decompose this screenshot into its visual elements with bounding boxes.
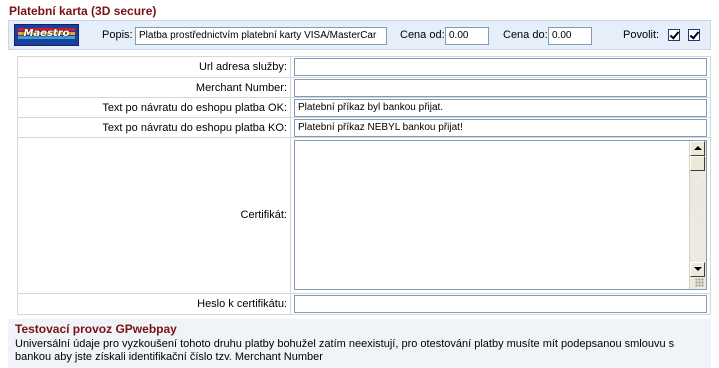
cena-od-label: Cena od: [400,29,445,41]
cena-od-input[interactable]: 0.00 [445,27,489,45]
povolit-checkbox-1[interactable] [668,29,680,41]
cert-password-label: Heslo k certifikátu: [17,294,291,314]
payment-settings-form: Url adresa služby: Merchant Number: Text… [17,56,711,315]
certificate-textarea[interactable] [294,140,707,290]
form-row-ok-text: Text po návratu do eshopu platba OK: Pla… [17,98,711,118]
note-title: Testovací provoz GPwebpay [15,322,177,336]
cena-do-label: Cena do: [503,29,548,41]
url-label: Url adresa služby: [17,57,291,77]
cena-do-input[interactable]: 0.00 [548,27,592,45]
merchant-number-input[interactable] [294,79,707,97]
form-row-ko-text: Text po návratu do eshopu platba KO: Pla… [17,118,711,138]
ok-text-label: Text po návratu do eshopu platba OK: [17,98,291,117]
popis-input[interactable]: Platba prostřednictvím platební karty VI… [135,27,387,45]
cert-password-input[interactable] [294,295,707,313]
maestro-logo: Maestro [14,24,79,46]
scroll-up-arrow-icon[interactable] [690,141,705,156]
note-text: Universální údaje pro vyzkoušení tohoto … [15,338,675,363]
section-title: Platební karta (3D secure) [9,4,157,18]
certificate-label: Certifikát: [17,138,291,293]
ok-text-input[interactable]: Platební příkaz byl bankou přijat. [294,99,707,117]
povolit-label: Povolit: [623,29,660,41]
textarea-scrollbar[interactable] [689,141,706,289]
povolit-checkbox-2[interactable] [688,29,700,41]
scroll-down-arrow-icon[interactable] [690,262,705,277]
popis-label: Popis: [102,29,133,41]
form-row-cert-password: Heslo k certifikátu: [17,294,711,315]
ko-text-label: Text po návratu do eshopu platba KO: [17,118,291,137]
logo-text: Maestro [23,28,70,39]
form-row-merchant: Merchant Number: [17,78,711,98]
test-mode-note: Testovací provoz GPwebpay Universální úd… [8,319,711,368]
scroll-track[interactable] [690,171,706,262]
form-row-certificate: Certifikát: [17,138,711,294]
ko-text-input[interactable]: Platební příkaz NEBYL bankou přijat! [294,119,707,137]
payment-method-header: Maestro Popis: Platba prostřednictvím pl… [8,20,711,50]
merchant-label: Merchant Number: [17,78,291,97]
form-row-url: Url adresa služby: [17,57,711,78]
url-input[interactable] [294,58,707,76]
resize-grip-icon[interactable] [695,278,704,287]
scroll-thumb[interactable] [690,156,705,171]
